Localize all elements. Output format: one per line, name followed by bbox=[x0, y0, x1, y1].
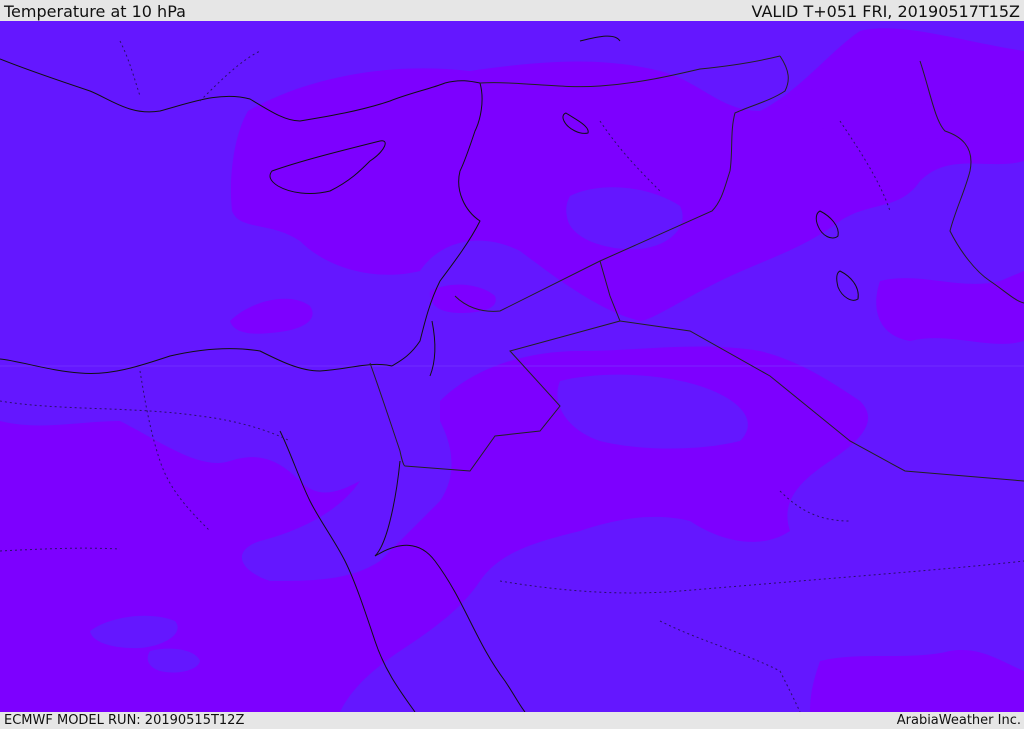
map-title: Temperature at 10 hPa bbox=[4, 2, 186, 21]
model-run: ECMWF MODEL RUN: 20190515T12Z bbox=[4, 713, 245, 728]
brand-credit: ArabiaWeather Inc. bbox=[896, 713, 1021, 728]
weather-map[interactable] bbox=[0, 21, 1024, 712]
footer-bar: ECMWF MODEL RUN: 20190515T12Z ArabiaWeat… bbox=[0, 712, 1024, 729]
header-bar: Temperature at 10 hPa VALID T+051 FRI, 2… bbox=[0, 0, 1024, 21]
valid-time: VALID T+051 FRI, 20190517T15Z bbox=[751, 2, 1020, 21]
